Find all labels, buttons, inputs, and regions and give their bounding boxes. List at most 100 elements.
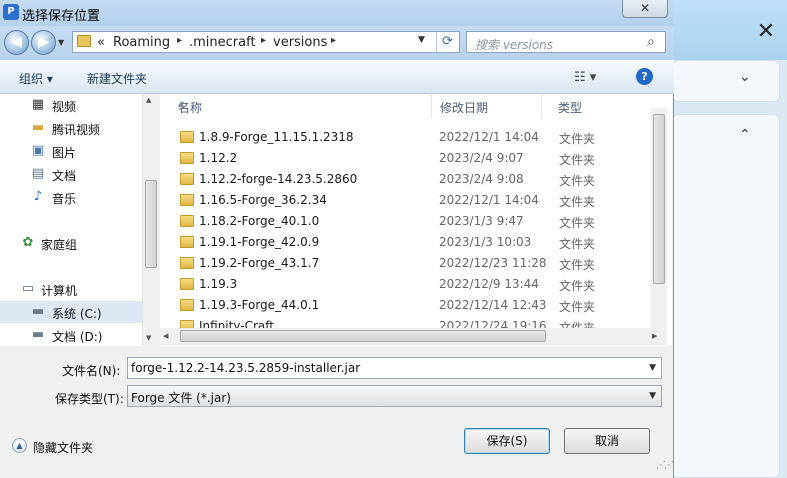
file-date: 2023/2/4 9:07 (439, 151, 524, 165)
file-type: 文件夹 (559, 300, 596, 314)
file-type: 文件夹 (559, 216, 596, 230)
save-dialog: P 选择保存位置 ✕ ◀ ▶ ▼ « Roaming ▸ .minecraft … (0, 0, 674, 478)
table-row[interactable]: 1.19.2-Forge_43.1.7 2022/12/23 11:28 文件夹 (160, 253, 650, 274)
file-type: 文件夹 (559, 132, 596, 146)
column-header-type[interactable]: 类型 (540, 94, 650, 118)
close-button[interactable]: ✕ (622, 0, 668, 18)
folder-icon (180, 236, 194, 248)
column-header-date[interactable]: 修改日期 (422, 94, 542, 118)
hide-folders-label[interactable]: 隐藏文件夹 (33, 439, 93, 456)
navigation-scrollbar[interactable]: ▲ ▼ (142, 94, 158, 346)
refresh-icon[interactable]: ⟳ (436, 32, 458, 52)
file-list-horizontal-scrollbar[interactable]: ◀ ▶ (160, 328, 667, 345)
music-icon: ♪ (33, 189, 43, 204)
breadcrumb-versions[interactable]: versions (273, 35, 327, 50)
search-icon[interactable]: ⌕ (647, 34, 655, 50)
column-header-label: 修改日期 (440, 101, 489, 115)
sidebar-item-label: 腾讯视频 (52, 123, 101, 137)
sidebar-item-drive-c[interactable]: ▬ 系统 (C:) (0, 301, 142, 323)
breadcrumb-roaming[interactable]: Roaming (113, 35, 170, 50)
sidebar-item-label: 系统 (C:) (52, 307, 102, 321)
drive-icon: ▬ (31, 304, 45, 319)
table-row[interactable]: 1.12.2-forge-14.23.5.2860 2023/2/4 9:08 … (160, 169, 650, 190)
folder-icon: ▬ (31, 120, 45, 135)
filename-field[interactable]: forge-1.12.2-14.23.5.2859-installer.jar … (127, 357, 662, 379)
navigation-pane: ▦ 视频 ▬ 腾讯视频 ▣ 图片 ▤ 文档 ♪ 音乐 ✿ 家庭组 ▭ 计算机 ▬ (0, 94, 158, 346)
save-button[interactable]: 保存(S) (464, 428, 550, 454)
chevron-down-icon[interactable]: ▼ (649, 391, 656, 401)
sidebar-item-drive-d[interactable]: ▬ 文档 (D:) (0, 324, 142, 346)
sidebar-item-music[interactable]: ♪ 音乐 (0, 186, 142, 208)
scroll-down-icon[interactable]: ▼ (146, 334, 151, 342)
table-row[interactable]: 1.8.9-Forge_11.15.1.2318 2022/12/1 14:04… (160, 127, 650, 148)
filetype-value: Forge 文件 (*.jar) (131, 391, 231, 405)
resize-grip-icon[interactable]: ⋰⋰ (656, 460, 674, 471)
column-header-label: 类型 (558, 101, 583, 115)
breadcrumb-arrow-icon[interactable]: ▸ (261, 35, 266, 46)
folder-icon (180, 278, 194, 290)
scroll-right-icon[interactable]: ▶ (652, 332, 657, 340)
scroll-left-icon[interactable]: ◀ (163, 332, 168, 340)
sidebar-item-label: 计算机 (41, 284, 78, 298)
document-icon: ▤ (31, 166, 45, 181)
sidebar-item-documents[interactable]: ▤ 文档 (0, 163, 142, 185)
breadcrumb-arrow-icon[interactable]: ▸ (331, 35, 336, 46)
organize-menu[interactable]: 组织 ▾ (19, 70, 53, 87)
forward-button[interactable]: ▶ (31, 30, 56, 55)
address-dropdown-icon[interactable]: ▼ (418, 35, 425, 45)
file-type: 文件夹 (559, 279, 596, 293)
sidebar-item-videos[interactable]: ▦ 视频 (0, 94, 142, 116)
file-name: 1.16.5-Forge_36.2.34 (199, 193, 327, 207)
back-button[interactable]: ◀ (4, 30, 29, 55)
address-overflow[interactable]: « (97, 35, 105, 50)
table-row[interactable]: 1.19.1-Forge_42.0.9 2023/1/3 10:03 文件夹 (160, 232, 650, 253)
view-options-icon[interactable]: ☷ ▾ (574, 70, 596, 85)
sidebar-item-computer[interactable]: ▭ 计算机 (0, 278, 142, 300)
scrollbar-thumb[interactable] (180, 330, 546, 342)
file-name: 1.19.3 (199, 277, 238, 291)
background-close-icon[interactable]: ✕ (752, 18, 780, 46)
table-row[interactable]: 1.19.3-Forge_44.0.1 2022/12/14 12:43 文件夹 (160, 295, 650, 316)
column-header-name[interactable]: 名称 ▲ (160, 94, 432, 118)
chevron-down-icon[interactable]: ⌄ (739, 69, 751, 85)
filetype-select[interactable]: Forge 文件 (*.jar) ▼ (127, 385, 662, 407)
table-row[interactable]: 1.16.5-Forge_36.2.34 2022/12/1 14:04 文件夹 (160, 190, 650, 211)
folder-icon (180, 152, 194, 164)
search-input[interactable]: 搜索 versions (475, 36, 553, 53)
search-box[interactable]: 搜索 versions ⌕ (466, 31, 666, 53)
file-date: 2023/2/4 9:08 (439, 172, 524, 186)
table-row[interactable]: 1.19.3 2022/12/9 13:44 文件夹 (160, 274, 650, 295)
file-name: 1.19.1-Forge_42.0.9 (199, 235, 320, 249)
recent-pages-dropdown-icon[interactable]: ▼ (58, 38, 64, 47)
folder-icon (77, 35, 91, 47)
title-bar: P 选择保存位置 ✕ (0, 0, 674, 26)
file-name: 1.18.2-Forge_40.1.0 (199, 214, 320, 228)
filetype-label: 保存类型(T): (55, 392, 124, 406)
table-row[interactable]: Infinity-Craft 2022/12/24 19:16 文件夹 (160, 316, 650, 328)
scroll-up-icon[interactable]: ▲ (146, 96, 151, 104)
new-folder-button[interactable]: 新建文件夹 (87, 70, 147, 87)
help-icon[interactable]: ? (636, 68, 653, 85)
sidebar-item-homegroup[interactable]: ✿ 家庭组 (0, 232, 142, 254)
scrollbar-thumb[interactable] (653, 114, 665, 284)
address-bar[interactable]: « Roaming ▸ .minecraft ▸ versions ▸ (72, 31, 460, 53)
file-name: 1.19.2-Forge_43.1.7 (199, 256, 320, 270)
chevron-up-icon[interactable]: ⌃ (739, 127, 751, 143)
file-type: 文件夹 (559, 258, 596, 272)
sidebar-item-label: 文档 (D:) (52, 330, 103, 344)
cancel-button[interactable]: 取消 (564, 428, 650, 454)
file-type: 文件夹 (559, 153, 596, 167)
dialog-title: 选择保存位置 (22, 9, 101, 24)
breadcrumb-arrow-icon[interactable]: ▸ (177, 35, 182, 46)
file-list-vertical-scrollbar[interactable] (651, 108, 667, 328)
chevron-down-icon[interactable]: ▼ (649, 363, 656, 373)
sidebar-item-tencent-video[interactable]: ▬ 腾讯视频 (0, 117, 142, 139)
sidebar-item-pictures[interactable]: ▣ 图片 (0, 140, 142, 162)
scrollbar-thumb[interactable] (145, 180, 157, 268)
breadcrumb-minecraft[interactable]: .minecraft (189, 35, 256, 50)
table-row[interactable]: 1.18.2-Forge_40.1.0 2023/1/3 9:47 文件夹 (160, 211, 650, 232)
table-row[interactable]: 1.12.2 2023/2/4 9:07 文件夹 (160, 148, 650, 169)
collapse-icon[interactable]: ▲ (12, 438, 27, 453)
filename-value[interactable]: forge-1.12.2-14.23.5.2859-installer.jar (131, 361, 360, 375)
background-panel-collapsed: ⌄ (672, 60, 780, 102)
